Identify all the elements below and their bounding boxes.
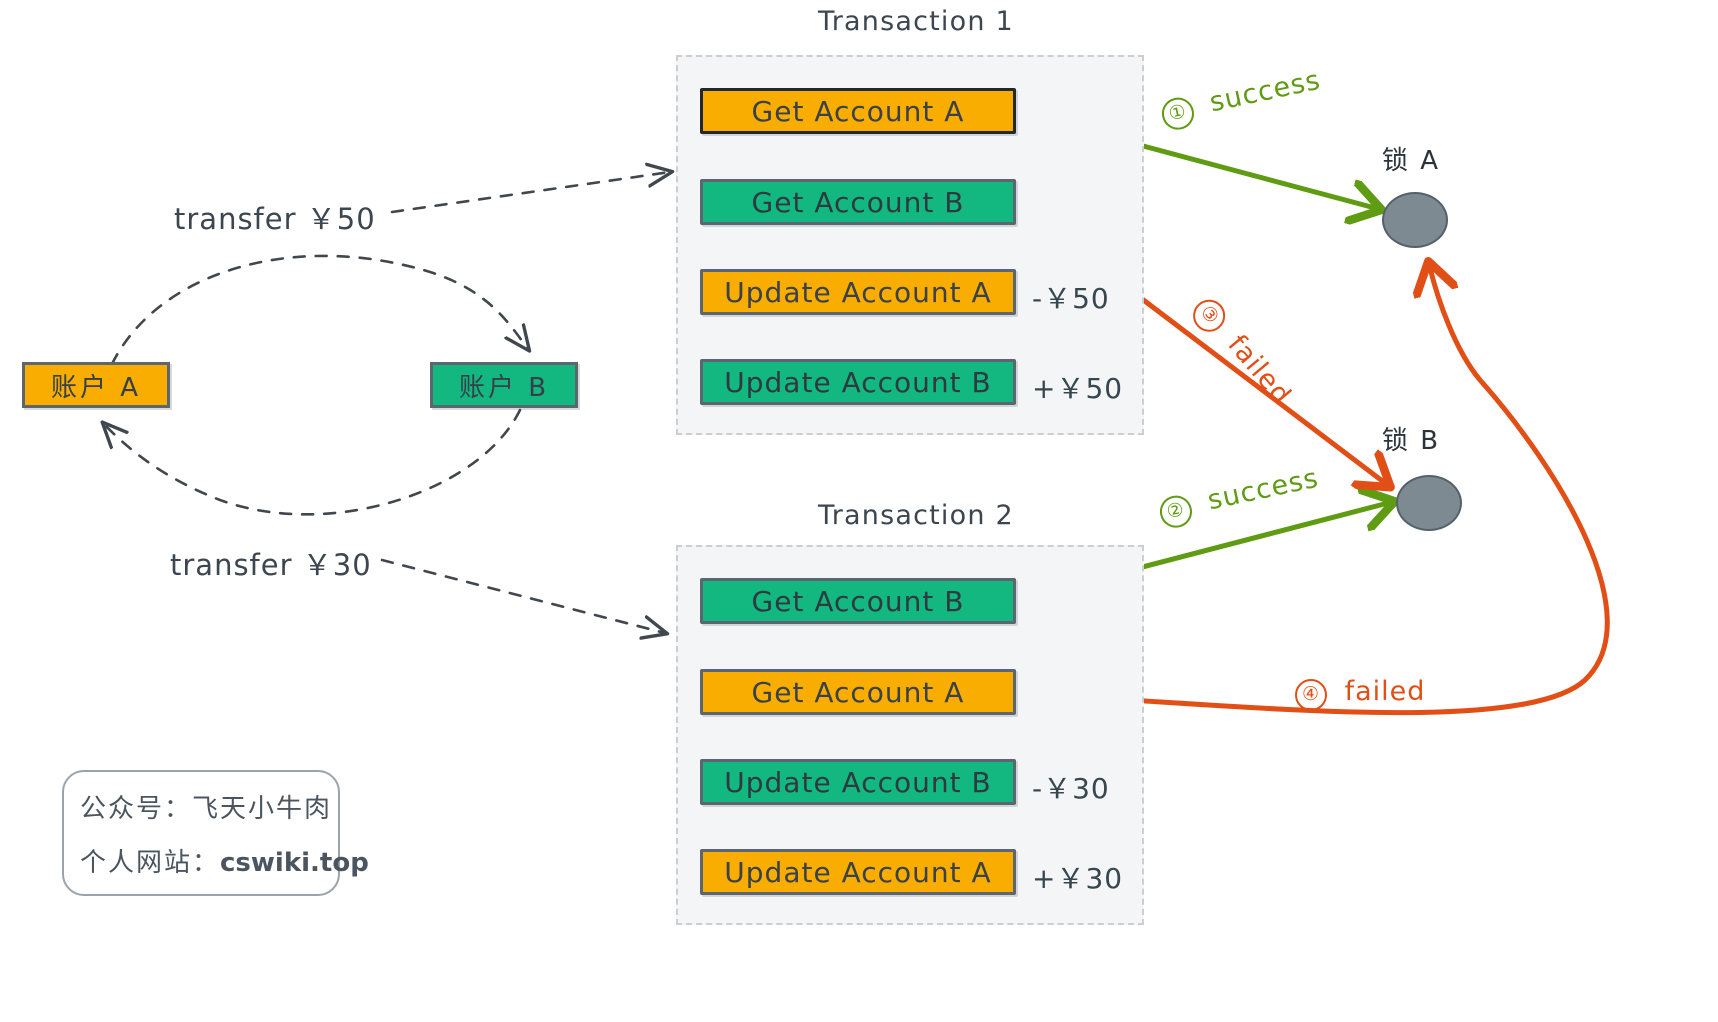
transaction-1-title: Transaction 1 <box>818 6 1014 37</box>
dashed-pointer-transfer-30 <box>380 558 665 633</box>
marker-circle-4: ④ <box>1295 679 1327 711</box>
signature-line-2-value: cswiki.top <box>220 848 369 878</box>
signature-line-1: 公众号：飞天小牛肉 <box>80 788 332 825</box>
marker-circle-1: ① <box>1158 94 1197 133</box>
account-a-box[interactable]: 账户 A <box>22 362 170 408</box>
marker-circle-2: ② <box>1156 492 1195 531</box>
t1-step-4-amount: +￥50 <box>1032 372 1124 405</box>
diagram-canvas: 账户 A 账户 B transfer ￥50 transfer ￥30 Tran… <box>0 0 1718 1022</box>
t1-step-1-label: Get Account A <box>751 94 965 128</box>
t2-step-get-account-a[interactable]: Get Account A <box>700 669 1016 715</box>
transfer-label-2: transfer ￥30 <box>170 548 372 582</box>
t1-step-4-label: Update Account B <box>724 365 992 399</box>
signature-card: 公众号：飞天小牛肉 个人网站：cswiki.top <box>62 770 369 896</box>
t2-step-2-label: Get Account A <box>751 675 965 709</box>
t2-step-update-account-b[interactable]: Update Account B <box>700 759 1016 805</box>
signature-line-1-prefix: 公众号： <box>80 794 193 824</box>
signature-line-1-value: 飞天小牛肉 <box>192 794 333 824</box>
dashed-pointer-transfer-50 <box>390 172 670 214</box>
transfer-label-1: transfer ￥50 <box>174 202 376 236</box>
t1-step-update-account-a[interactable]: Update Account A <box>700 269 1016 315</box>
lock-a-label: 锁 A <box>1382 146 1441 176</box>
lock-b-label: 锁 B <box>1382 426 1441 456</box>
t2-step-4-label: Update Account A <box>724 855 992 889</box>
t2-step-update-account-a[interactable]: Update Account A <box>700 849 1016 895</box>
account-a-label: 账户 A <box>50 372 142 403</box>
dashed-curve-b-to-a <box>104 408 522 516</box>
t1-step-3-label: Update Account A <box>724 275 992 309</box>
t2-step-get-account-b[interactable]: Get Account B <box>700 578 1016 624</box>
dashed-curve-a-to-b <box>110 254 528 366</box>
account-b-box[interactable]: 账户 B <box>430 362 578 408</box>
lock-b-node[interactable] <box>1396 475 1462 531</box>
signature-line-2: 个人网站：cswiki.top <box>80 842 369 879</box>
t2-step-3-label: Update Account B <box>724 765 992 799</box>
t2-step-3-amount: -￥30 <box>1032 772 1110 805</box>
t1-step-3-amount: -￥50 <box>1032 282 1110 315</box>
arrow-label-failed-4: ④ failed <box>1295 676 1425 711</box>
t1-step-get-account-a[interactable]: Get Account A <box>700 88 1016 134</box>
account-b-label: 账户 B <box>458 372 550 403</box>
transaction-2-title: Transaction 2 <box>818 500 1014 531</box>
signature-line-2-prefix: 个人网站： <box>80 848 221 878</box>
t2-step-1-label: Get Account B <box>751 584 965 618</box>
lock-a-node[interactable] <box>1382 192 1448 248</box>
t1-step-update-account-b[interactable]: Update Account B <box>700 359 1016 405</box>
t1-step-2-label: Get Account B <box>751 185 965 219</box>
arrow-label-text-4: failed <box>1344 676 1426 707</box>
t1-step-get-account-b[interactable]: Get Account B <box>700 179 1016 225</box>
t2-step-4-amount: +￥30 <box>1032 862 1124 895</box>
